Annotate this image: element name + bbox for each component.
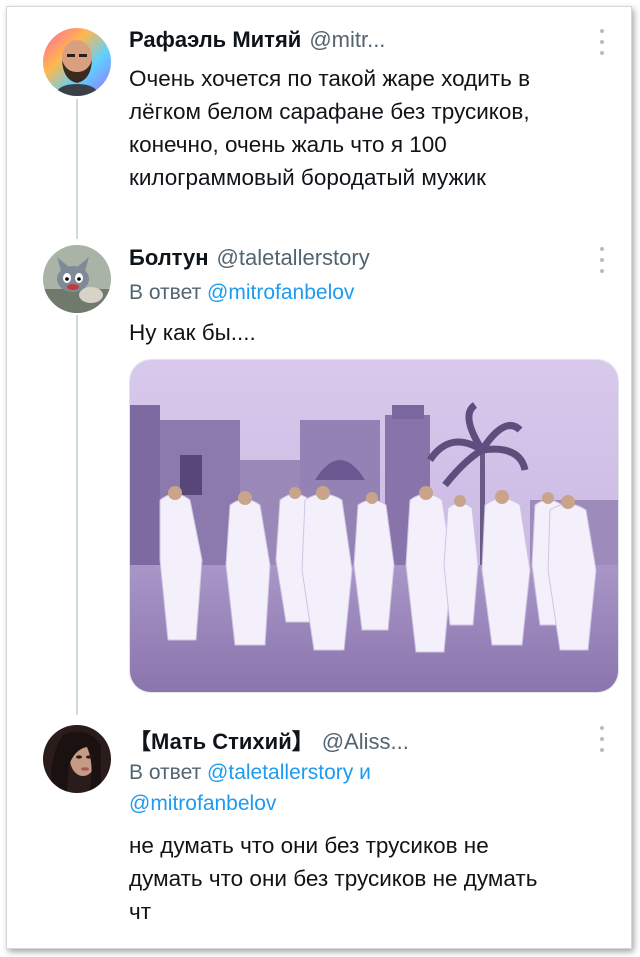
reply-context: В ответ @mitrofanbelov — [129, 277, 354, 308]
avatar[interactable] — [43, 28, 111, 96]
text-line: думать что они без трусиков не думать — [129, 866, 538, 891]
text-line: лёгком белом сарафане без трусиков, — [129, 99, 530, 124]
text-line: Ну как бы.... — [129, 320, 256, 345]
text-line: конечно, очень жаль что я 100 — [129, 132, 447, 157]
tweet-text: Ну как бы.... — [129, 316, 256, 349]
cartoon-cat-avatar-icon — [43, 245, 111, 313]
bearded-man-avatar-icon — [43, 28, 111, 96]
thread-connector — [76, 315, 78, 715]
photo-men-in-white-robes-icon — [130, 360, 618, 692]
reply-prefix: В ответ — [129, 761, 202, 784]
text-line: не думать что они без трусиков не — [129, 833, 489, 858]
mention-link[interactable]: @taletallerstory — [207, 761, 353, 784]
reply-context: В ответ @taletallerstory и @mitrofanbelo… — [129, 757, 371, 819]
more-options-icon[interactable] — [595, 247, 609, 273]
reply-prefix: В ответ — [129, 281, 202, 304]
text-line: килограммовый бородатый мужик — [129, 165, 487, 190]
thread-connector — [76, 99, 78, 239]
avatar[interactable] — [43, 725, 111, 793]
author-handle[interactable]: @taletallerstory — [217, 245, 370, 270]
mention-link[interactable]: @mitrofanbelov — [129, 792, 276, 815]
author-handle[interactable]: @Aliss... — [322, 729, 409, 754]
mention-link[interactable]: @mitrofanbelov — [207, 281, 354, 304]
tweet-header: Болтун @taletallerstory — [129, 245, 370, 271]
tweet-header: 【Мать Стихий】 @Aliss... — [129, 724, 409, 756]
tweet-media-photo[interactable] — [129, 359, 619, 693]
text-line: чт — [129, 899, 152, 924]
mention-joiner: и — [359, 761, 371, 784]
author-name[interactable]: Рафаэль Митяй — [129, 27, 301, 52]
more-options-icon[interactable] — [595, 29, 609, 55]
avatar[interactable] — [43, 245, 111, 313]
tweet-header: Рафаэль Митяй @mitr... — [129, 27, 385, 53]
author-name[interactable]: 【Мать Стихий】 — [129, 729, 314, 754]
author-handle[interactable]: @mitr... — [309, 27, 385, 52]
tweet-text: Очень хочется по такой жаре ходить в лёг… — [129, 62, 530, 194]
text-line: Очень хочется по такой жаре ходить в — [129, 66, 531, 91]
tweet-thread-screenshot: Рафаэль Митяй @mitr... Очень хочется по т… — [6, 6, 632, 949]
author-name[interactable]: Болтун — [129, 245, 209, 270]
tweet-text: не думать что они без трусиков не думать… — [129, 829, 537, 928]
woman-portrait-avatar-icon — [43, 725, 111, 793]
more-options-icon[interactable] — [595, 726, 609, 752]
